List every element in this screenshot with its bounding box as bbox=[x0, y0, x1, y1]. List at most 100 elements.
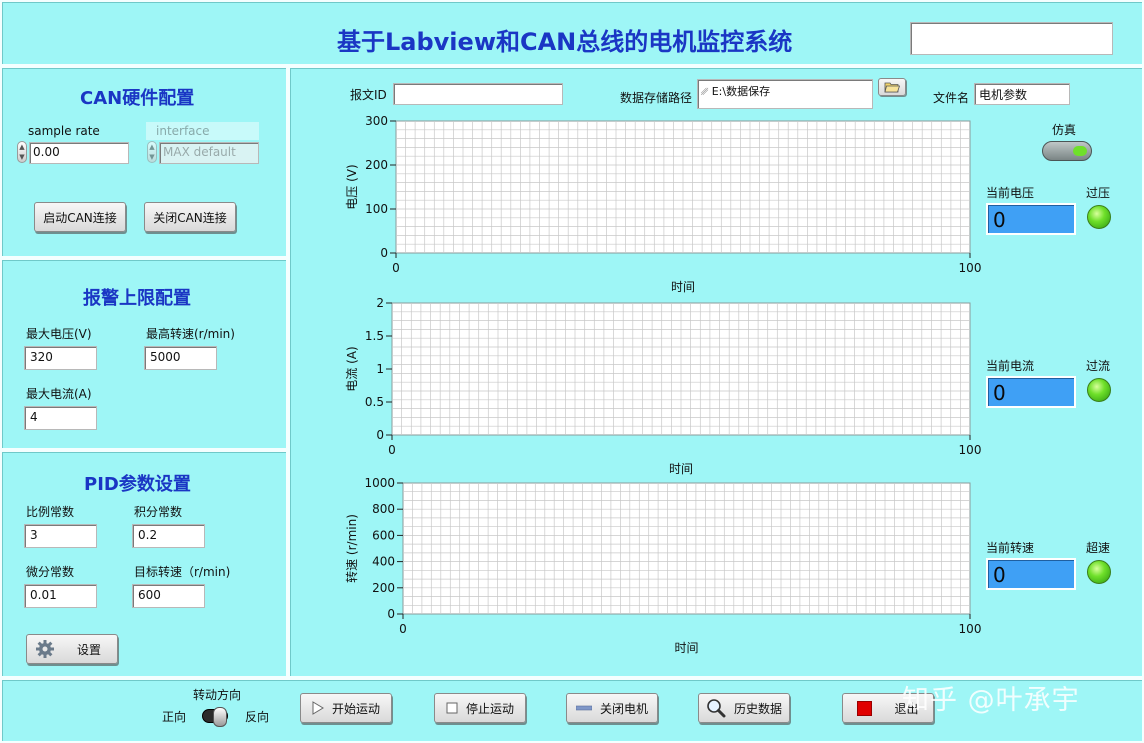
stop-motion-button[interactable]: 停止运动 bbox=[434, 693, 526, 723]
current-x-axis-label: 时间 bbox=[669, 462, 693, 476]
speed-x-tick-label: 100 bbox=[959, 622, 982, 636]
max-current-input[interactable]: 4 bbox=[24, 406, 97, 430]
voltage-y-tick-label: 200 bbox=[365, 158, 388, 172]
current-y-tick-label: 2 bbox=[376, 296, 384, 310]
main-panel: 报文ID 数据存储路径 ␥ E:\数据保存 文件名 电机参数 仿真 0 100 20… bbox=[288, 66, 1144, 678]
voltage-grid bbox=[396, 121, 970, 253]
kd-input[interactable]: 0.01 bbox=[24, 584, 97, 608]
ki-input[interactable]: 0.2 bbox=[132, 524, 205, 548]
voltage-y-tick-label: 100 bbox=[365, 202, 388, 216]
speed-y-tick-label: 800 bbox=[372, 502, 395, 516]
current-y-tick-label: 0.5 bbox=[365, 395, 384, 409]
direction-label: 转动方向 bbox=[193, 688, 242, 702]
close-can-button[interactable]: 关闭CAN连接 bbox=[144, 202, 236, 232]
play-icon bbox=[312, 701, 324, 715]
current-y-tick-label: 0 bbox=[376, 428, 384, 442]
current-y-tick-label: 1.5 bbox=[365, 329, 384, 343]
kd-label: 微分常数 bbox=[26, 565, 75, 579]
speed-y-axis-label: 转速 (r/min) bbox=[344, 514, 359, 583]
overcurrent-label: 过流 bbox=[1086, 359, 1111, 373]
voltage-y-tick-label: 300 bbox=[365, 114, 388, 128]
speed-y-tick-label: 400 bbox=[372, 555, 395, 569]
title-blank-field[interactable] bbox=[910, 22, 1113, 55]
current-current-label: 当前电流 bbox=[986, 359, 1035, 373]
app-title: 基于Labview和CAN总线的电机监控系统 bbox=[337, 28, 793, 56]
voltage-x-tick-label: 0 bbox=[392, 261, 400, 275]
speed-y-tick-label: 200 bbox=[372, 581, 395, 595]
motor-off-button[interactable]: 关闭电机 bbox=[566, 693, 658, 723]
start-can-button[interactable]: 启动CAN连接 bbox=[34, 202, 126, 232]
overspeed-led bbox=[1087, 560, 1111, 584]
max-voltage-label: 最大电压(V) bbox=[26, 327, 92, 341]
current-y-axis-label: 电流 (A) bbox=[345, 346, 359, 391]
alarm-config-panel: 报警上限配置 最大电压(V) 320 最高转速(r/min) 5000 最大电流… bbox=[0, 258, 288, 450]
minus-bar-icon bbox=[575, 705, 592, 711]
set-button[interactable]: 设置 bbox=[26, 634, 118, 664]
watermark-text: 知乎 @叶承宇 bbox=[902, 685, 1080, 716]
current-speed-label: 当前转速 bbox=[986, 541, 1035, 555]
current-grid bbox=[392, 303, 970, 435]
max-voltage-input[interactable]: 320 bbox=[24, 346, 97, 370]
kp-label: 比例常数 bbox=[26, 505, 75, 519]
can-config-title: CAN硬件配置 bbox=[80, 88, 195, 109]
max-speed-label: 最高转速(r/min) bbox=[146, 327, 235, 341]
overvoltage-label: 过压 bbox=[1086, 186, 1111, 200]
voltage-x-tick-label: 100 bbox=[959, 261, 982, 275]
sample-rate-label: sample rate bbox=[28, 124, 100, 138]
max-current-label: 最大电流(A) bbox=[26, 387, 92, 401]
pid-config-panel: PID参数设置 比例常数 3 积分常数 0.2 微分常数 0.01 目标转速（r… bbox=[0, 450, 288, 678]
direction-switch[interactable] bbox=[202, 707, 228, 727]
history-data-button[interactable]: 历史数据 bbox=[698, 693, 790, 723]
voltage-x-axis-label: 时间 bbox=[671, 280, 695, 294]
pid-config-title: PID参数设置 bbox=[84, 474, 191, 495]
start-motion-label: 开始运动 bbox=[331, 701, 380, 716]
voltage-y-axis-label: 电压 (V) bbox=[345, 164, 359, 209]
target-speed-input[interactable]: 600 bbox=[132, 584, 205, 608]
interface-spinner[interactable]: ▲ ▼ bbox=[147, 141, 157, 163]
gear-icon bbox=[36, 640, 54, 658]
magnifier-icon bbox=[707, 699, 726, 718]
forward-label: 正向 bbox=[162, 710, 187, 724]
speed-grid bbox=[403, 483, 970, 614]
sample-rate-input[interactable]: 0.00 bbox=[29, 142, 129, 164]
sample-rate-spinner[interactable]: ▲ ▼ bbox=[17, 141, 27, 163]
stop-motion-label: 停止运动 bbox=[465, 701, 514, 716]
current-voltage-label: 当前电压 bbox=[986, 186, 1035, 200]
current-voltage-display: 0 bbox=[986, 203, 1076, 235]
simulation-label: 仿真 bbox=[1052, 123, 1077, 137]
target-speed-label: 目标转速（r/min) bbox=[134, 565, 231, 579]
reverse-label: 反向 bbox=[245, 710, 270, 724]
overcurrent-led bbox=[1087, 378, 1111, 402]
stop-square-icon bbox=[446, 702, 458, 714]
current-y-tick-label: 1 bbox=[376, 362, 384, 376]
overspeed-label: 超速 bbox=[1086, 541, 1111, 555]
title-bar: 基于Labview和CAN总线的电机监控系统 bbox=[0, 0, 1144, 66]
interface-label: interface bbox=[146, 122, 259, 140]
current-current-display: 0 bbox=[986, 376, 1076, 408]
motor-off-label: 关闭电机 bbox=[599, 701, 648, 716]
simulation-toggle[interactable] bbox=[1042, 141, 1092, 161]
current-x-tick-label: 100 bbox=[959, 443, 982, 457]
ki-label: 积分常数 bbox=[134, 505, 183, 519]
current-speed-display: 0 bbox=[986, 558, 1076, 590]
speed-x-axis-label: 时间 bbox=[674, 641, 698, 655]
speed-y-tick-label: 0 bbox=[387, 607, 395, 621]
current-x-tick-label: 0 bbox=[388, 443, 396, 457]
start-motion-button[interactable]: 开始运动 bbox=[300, 693, 392, 723]
speed-x-tick-label: 0 bbox=[399, 622, 407, 636]
stop-red-icon bbox=[857, 700, 873, 716]
simulation-toggle-light bbox=[1073, 146, 1087, 156]
bottom-bar: 转动方向 正向 反向 开始运动 停止运动 关闭电机 历史数据 退出 知乎 @叶承… bbox=[0, 678, 1144, 743]
speed-y-tick-label: 1000 bbox=[364, 476, 395, 490]
history-data-label: 历史数据 bbox=[733, 701, 782, 716]
set-button-label: 设置 bbox=[77, 642, 102, 657]
alarm-config-title: 报警上限配置 bbox=[83, 288, 191, 309]
max-speed-input[interactable]: 5000 bbox=[144, 346, 217, 370]
charts-area: 01002003000 100时间电压 (V)00.511.520 100时间电流 … bbox=[344, 114, 982, 655]
voltage-y-tick-label: 0 bbox=[380, 246, 388, 260]
interface-select[interactable]: MAX default bbox=[159, 142, 259, 164]
kp-input[interactable]: 3 bbox=[24, 524, 97, 548]
can-config-panel: CAN硬件配置 sample rate ▲ ▼ 0.00 interface ▲ ▼… bbox=[0, 66, 288, 258]
overvoltage-led bbox=[1087, 205, 1111, 229]
speed-y-tick-label: 600 bbox=[372, 528, 395, 542]
